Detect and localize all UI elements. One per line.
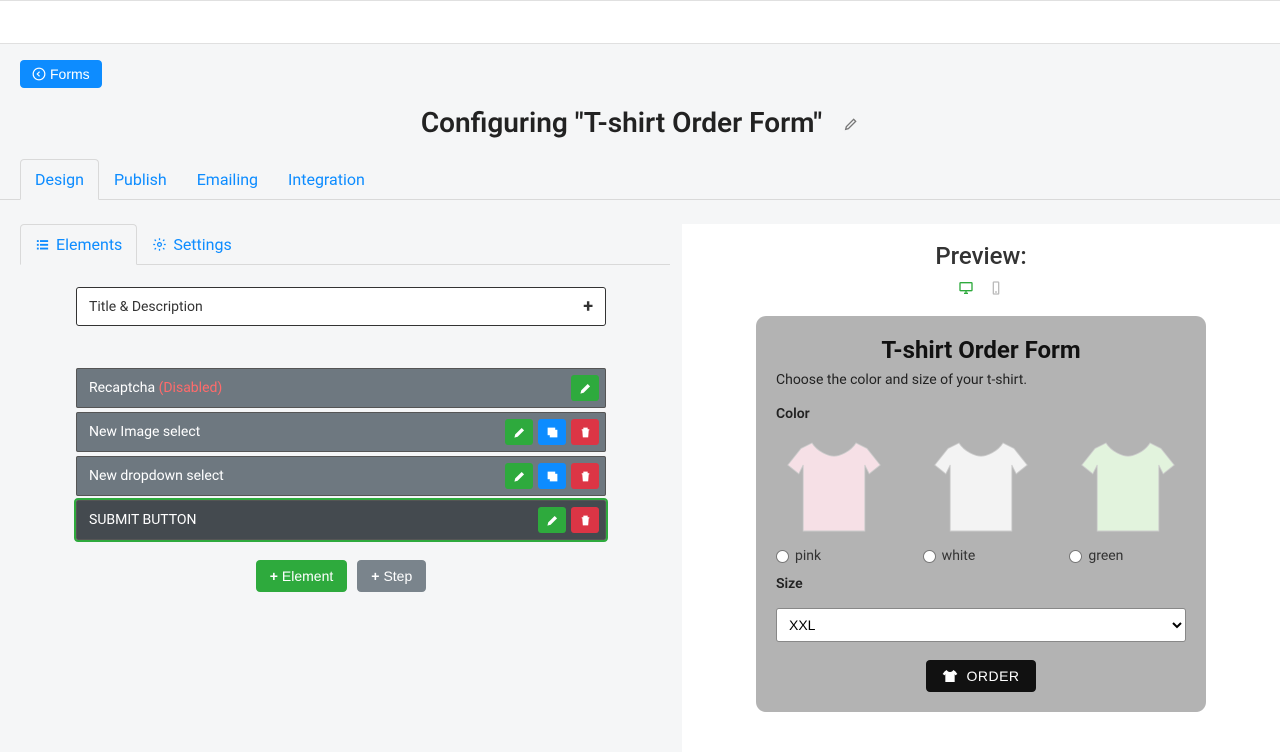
main-tabs: Design Publish Emailing Integration [0, 159, 1280, 200]
page-title: Configuring "T-shirt Order Form" [0, 106, 1280, 139]
add-step-button[interactable]: + Step [357, 560, 426, 592]
element-image-select[interactable]: New Image select [76, 412, 606, 452]
element-label: SUBMIT BUTTON [89, 512, 538, 528]
form-description: Choose the color and size of your t-shir… [776, 372, 1186, 388]
edit-element-button[interactable] [505, 419, 533, 445]
tshirt-icon [942, 668, 958, 684]
pencil-icon [546, 514, 559, 527]
subtab-settings[interactable]: Settings [137, 224, 246, 265]
edit-element-button[interactable] [538, 507, 566, 533]
pencil-icon [513, 426, 526, 439]
desktop-icon [956, 280, 976, 296]
gear-icon [152, 237, 167, 252]
tab-emailing[interactable]: Emailing [182, 159, 273, 200]
trash-icon [579, 470, 592, 483]
size-select[interactable]: XXL [776, 608, 1186, 642]
color-radio-green[interactable]: green [1069, 548, 1186, 564]
title-description-label: Title & Description [89, 299, 203, 315]
delete-element-button[interactable] [571, 507, 599, 533]
mobile-icon [986, 280, 1006, 296]
element-list: Recaptcha (Disabled) New Image select [76, 368, 606, 540]
edit-element-button[interactable] [571, 375, 599, 401]
forms-button-label: Forms [50, 66, 90, 82]
list-icon [35, 237, 50, 252]
app-topbar [0, 0, 1280, 44]
preview-panel: Preview: T-shirt Order Form Choose the c… [682, 224, 1280, 752]
element-label: Recaptcha [89, 380, 155, 396]
edit-element-button[interactable] [505, 463, 533, 489]
plus-icon: + [583, 296, 593, 317]
color-radio-pink[interactable]: pink [776, 548, 893, 564]
pencil-icon [513, 470, 526, 483]
add-element-button[interactable]: + Element [256, 560, 348, 592]
duplicate-element-button[interactable] [538, 463, 566, 489]
title-description-toggle[interactable]: Title & Description + [76, 287, 606, 326]
color-field-label: Color [776, 406, 1186, 422]
size-field-label: Size [776, 576, 1186, 592]
tshirt-image-white [926, 432, 1036, 542]
preview-desktop-toggle[interactable] [956, 280, 976, 300]
color-option-pink: pink [776, 432, 893, 564]
tab-publish[interactable]: Publish [99, 159, 182, 200]
element-label: New Image select [89, 424, 505, 440]
order-button[interactable]: ORDER [926, 660, 1035, 692]
back-arrow-circle-icon [32, 67, 46, 81]
duplicate-element-button[interactable] [538, 419, 566, 445]
trash-icon [579, 426, 592, 439]
color-option-green: green [1069, 432, 1186, 564]
element-dropdown-select[interactable]: New dropdown select [76, 456, 606, 496]
tshirt-image-green [1073, 432, 1183, 542]
copy-icon [546, 426, 559, 439]
preview-heading: Preview: [682, 242, 1280, 270]
trash-icon [579, 514, 592, 527]
designer-sub-tabs: Elements Settings [20, 224, 670, 265]
delete-element-button[interactable] [571, 463, 599, 489]
tab-design[interactable]: Design [20, 159, 99, 200]
pencil-icon [579, 382, 592, 395]
rename-form-button[interactable] [843, 106, 859, 139]
color-radio-white[interactable]: white [923, 548, 1040, 564]
plus-icon: + [270, 568, 278, 584]
tab-integration[interactable]: Integration [273, 159, 380, 200]
back-to-forms-button[interactable]: Forms [20, 60, 102, 88]
element-submit-button[interactable]: SUBMIT BUTTON [76, 500, 606, 540]
color-options: pink white [776, 432, 1186, 564]
tshirt-image-pink [779, 432, 889, 542]
pencil-icon [843, 116, 859, 132]
delete-element-button[interactable] [571, 419, 599, 445]
color-option-white: white [923, 432, 1040, 564]
element-label: New dropdown select [89, 468, 505, 484]
preview-mobile-toggle[interactable] [986, 280, 1006, 300]
copy-icon [546, 470, 559, 483]
disabled-tag: (Disabled) [159, 380, 223, 396]
preview-canvas: T-shirt Order Form Choose the color and … [756, 316, 1206, 712]
element-recaptcha[interactable]: Recaptcha (Disabled) [76, 368, 606, 408]
form-title: T-shirt Order Form [776, 336, 1186, 364]
subtab-elements[interactable]: Elements [20, 224, 137, 265]
plus-icon: + [371, 568, 379, 584]
